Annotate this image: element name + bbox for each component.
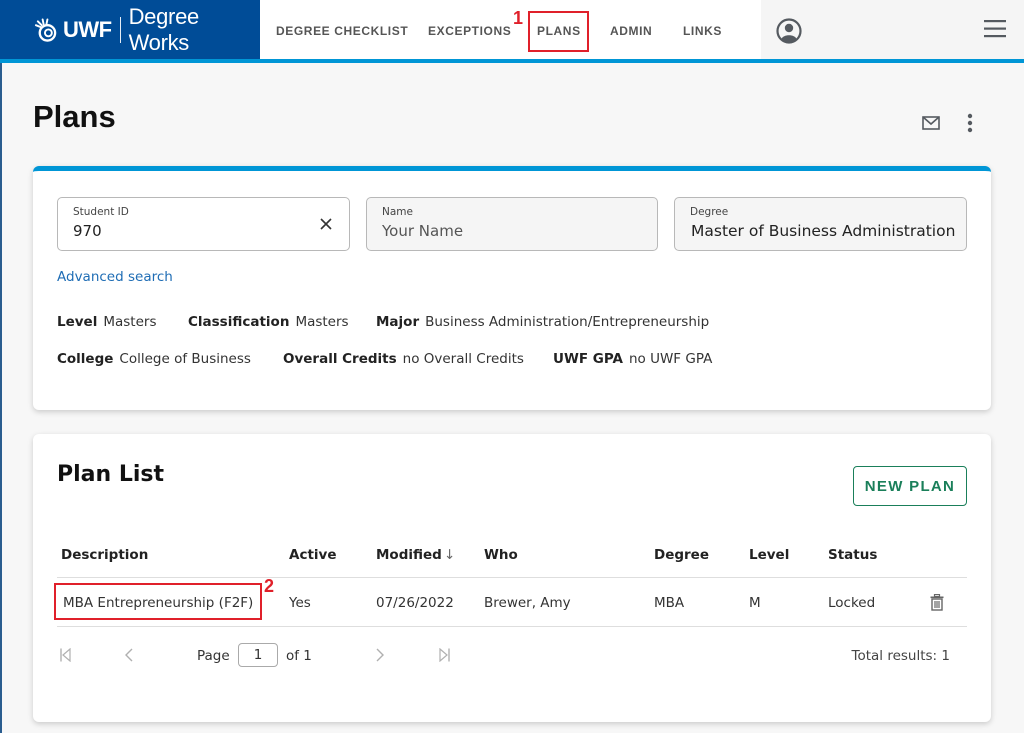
name-label: Name: [382, 206, 413, 218]
student-id-field[interactable]: Student ID: [57, 197, 350, 251]
nav-degree-checklist[interactable]: DEGREE CHECKLIST: [276, 24, 408, 38]
page-of-label: of 1: [286, 648, 312, 664]
column-header-level[interactable]: Level: [749, 547, 789, 563]
degree-label: Degree: [690, 206, 729, 218]
name-value: Your Name: [382, 222, 464, 240]
page-label: Page: [197, 648, 230, 664]
next-page-icon[interactable]: [376, 648, 385, 662]
window-left-edge: [0, 63, 2, 733]
delete-trash-icon[interactable]: [930, 594, 944, 611]
header-right-zone: [761, 0, 1024, 59]
header-accent-bar: [0, 59, 1024, 63]
degree-value: Master of Business Administration: [691, 222, 956, 240]
nav-links[interactable]: LINKS: [683, 24, 722, 38]
info-college: College College of Business: [57, 351, 251, 367]
plan-who: Brewer, Amy: [484, 595, 571, 611]
page-title: Plans: [33, 99, 116, 134]
student-info-row-2: College College of Business Overall Credi…: [57, 351, 957, 371]
student-id-input[interactable]: [73, 222, 334, 240]
annotation-number-2: 2: [264, 576, 275, 596]
brand-product: Degree Works: [128, 3, 200, 55]
annotation-box-plan-link: [54, 583, 262, 620]
table-header-divider: [57, 577, 967, 578]
name-field[interactable]: Name Your Name: [366, 197, 658, 251]
column-header-who[interactable]: Who: [484, 547, 518, 563]
table-bottom-divider: [57, 626, 967, 627]
plan-list-title: Plan List: [57, 462, 165, 487]
hamburger-menu-icon[interactable]: [984, 19, 1008, 39]
sort-descending-icon[interactable]: ↓: [444, 547, 455, 563]
column-header-active[interactable]: Active: [289, 547, 337, 563]
nav-admin[interactable]: ADMIN: [610, 24, 652, 38]
plan-modified: 07/26/2022: [376, 595, 454, 611]
info-level: Level Masters: [57, 314, 157, 330]
brand-logo[interactable]: UWF Degree Works: [0, 0, 260, 59]
mail-icon[interactable]: [922, 116, 940, 130]
column-header-status[interactable]: Status: [828, 547, 877, 563]
plan-active: Yes: [289, 595, 311, 611]
more-vertical-icon[interactable]: [966, 113, 974, 135]
nautilus-logo-icon: [34, 17, 57, 42]
column-header-description[interactable]: Description: [61, 547, 148, 563]
student-id-label: Student ID: [73, 206, 129, 218]
total-results: Total results: 1: [851, 648, 950, 664]
info-uwf-gpa: UWF GPA no UWF GPA: [553, 351, 713, 367]
plan-list-card: [33, 434, 991, 722]
first-page-icon[interactable]: [60, 648, 71, 662]
degree-field[interactable]: Degree Master of Business Administration: [674, 197, 967, 251]
info-major: Major Business Administration/Entrepreneu…: [376, 314, 710, 330]
plan-degree: MBA: [654, 595, 685, 611]
user-profile-icon[interactable]: [776, 18, 802, 44]
plan-status: Locked: [828, 595, 876, 611]
nav-exceptions[interactable]: EXCEPTIONS: [428, 24, 511, 38]
previous-page-icon[interactable]: [124, 648, 133, 662]
brand-divider: [119, 16, 121, 43]
top-navigation-bar: UWF Degree Works DEGREE CHECKLIST EXCEPT…: [0, 0, 1024, 59]
student-info-row-1: Level Masters Classification Masters Major…: [57, 314, 957, 334]
info-classification: Classification Masters: [188, 314, 349, 330]
advanced-search-link[interactable]: Advanced search: [57, 269, 173, 285]
plan-level: M: [749, 595, 761, 611]
page-number-input[interactable]: [238, 643, 278, 667]
annotation-number-1: 1: [513, 8, 524, 28]
annotation-box-plans: [528, 11, 589, 52]
info-overall-credits: Overall Credits no Overall Credits: [283, 351, 524, 367]
clear-icon[interactable]: [320, 218, 332, 230]
column-header-modified[interactable]: Modified: [376, 547, 442, 563]
new-plan-button[interactable]: NEW PLAN: [853, 466, 967, 506]
brand-short: UWF: [63, 16, 112, 42]
last-page-icon[interactable]: [439, 648, 450, 662]
column-header-degree[interactable]: Degree: [654, 547, 709, 563]
